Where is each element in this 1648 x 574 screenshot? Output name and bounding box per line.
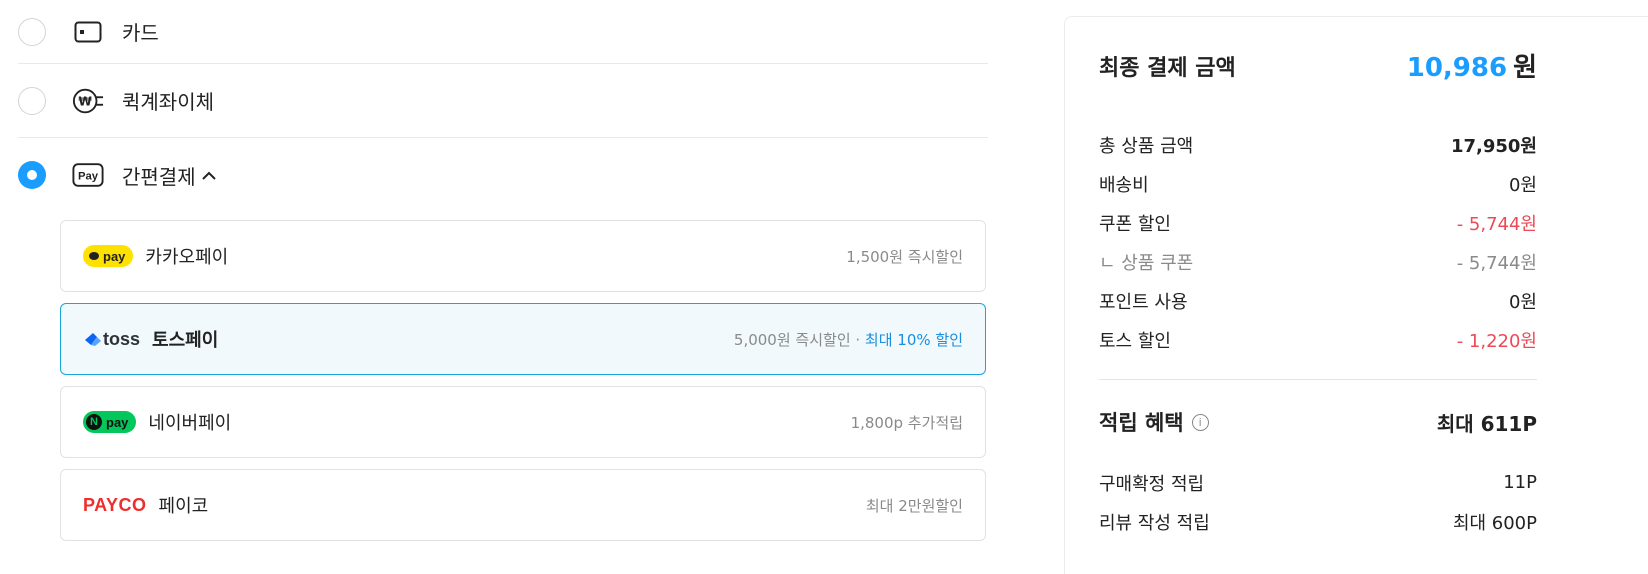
line-label: 배송비 [1099,174,1149,196]
easy-pay-name: 네이버페이 [148,413,232,434]
final-amount: 10,986 원 [1407,47,1537,84]
method-easy-pay[interactable]: Pay 간편결제 [18,138,988,212]
svg-text:₩: ₩ [78,94,92,108]
final-amount-row: 최종 결제 금액 10,986 원 [1099,47,1537,84]
reward-benefit-label: 적립 혜택 i [1099,407,1209,437]
pay-icon: Pay [72,161,104,189]
line-total-product: 총 상품 금액 17,950원 [1099,125,1537,164]
easy-pay-tosspay[interactable]: toss 토스페이 5,000원 즉시할인 · 최대 10% 할인 [60,303,986,375]
method-quick-transfer[interactable]: ₩ 퀵계좌이체 [18,64,988,138]
line-toss-discount: 토스 할인 - 1,220원 [1099,320,1537,359]
line-shipping: 배송비 0원 [1099,164,1537,203]
won-plug-icon: ₩ [72,87,104,115]
line-value: 최대 600P [1452,512,1537,534]
radio-quick-transfer[interactable] [18,86,46,115]
final-amount-label: 최종 결제 금액 [1099,55,1236,81]
easy-pay-naverpay[interactable]: Npay 네이버페이 1,800p 추가적립 [60,386,986,458]
line-value: - 5,744원 [1456,252,1537,274]
final-amount-value: 10,986 [1406,53,1508,83]
line-label: ㄴ 상품 쿠폰 [1099,252,1194,274]
card-icon [72,18,104,46]
tosspay-logo: toss [83,329,140,350]
method-label-easy-pay: 간편결제 [122,164,196,189]
svg-text:Pay: Pay [78,171,99,183]
chevron-up-icon[interactable] [201,166,216,185]
line-review-reward: 리뷰 작성 적립 최대 600P [1099,502,1537,541]
line-label: 쿠폰 할인 [1099,213,1171,235]
easy-pay-benefit: 1,800p 추가적립 [850,413,963,432]
method-label-card: 카드 [122,21,159,45]
line-label: 리뷰 작성 적립 [1099,512,1210,534]
radio-easy-pay[interactable] [18,161,46,189]
easy-pay-name: 카카오페이 [145,247,229,268]
line-point-use: 포인트 사용 0원 [1099,281,1537,320]
line-value: 17,950원 [1450,135,1537,157]
easy-pay-payco[interactable]: PAYCO 페이코 최대 2만원할인 [60,469,986,541]
payment-method-list: 카드 ₩ 퀵계좌이체 Pay 간편결제 [18,0,988,212]
easy-pay-kakaopay[interactable]: pay 카카오페이 1,500원 즉시할인 [60,220,986,292]
easy-pay-name: 페이코 [158,496,209,517]
easy-pay-list: pay 카카오페이 1,500원 즉시할인 toss 토스페이 5,000원 즉… [60,220,986,552]
line-purchase-confirm-reward: 구매확정 적립 11P [1099,463,1537,502]
line-value: 11P [1503,472,1537,493]
kakaopay-logo: pay [83,245,134,267]
price-breakdown: 총 상품 금액 17,950원 배송비 0원 쿠폰 할인 - 5,744원 ㄴ … [1099,125,1537,359]
easy-pay-name: 토스페이 [152,330,219,351]
radio-card[interactable] [18,17,46,46]
payco-logo: PAYCO [83,494,147,515]
info-icon[interactable]: i [1191,413,1209,431]
method-card[interactable]: 카드 [18,0,988,64]
easy-pay-benefit: 최대 2만원할인 [865,496,963,515]
line-value: 0원 [1508,291,1537,313]
line-label: 구매확정 적립 [1099,473,1205,495]
line-label: 총 상품 금액 [1099,135,1194,157]
final-amount-unit: 원 [1513,53,1537,83]
line-value: - 1,220원 [1456,330,1537,352]
line-value: 0원 [1508,174,1537,196]
method-label-quick-transfer: 퀵계좌이체 [122,90,214,114]
naverpay-logo: Npay [83,411,137,433]
toss-logo-icon [85,333,101,346]
line-label: 토스 할인 [1099,330,1171,352]
speech-bubble-icon [89,252,99,260]
line-value: - 5,744원 [1456,213,1537,235]
line-coupon-discount: 쿠폰 할인 - 5,744원 [1099,203,1537,242]
reward-benefit-value: 최대 611P [1436,411,1537,436]
divider [1099,379,1537,380]
easy-pay-benefit: 1,500원 즉시할인 [846,247,963,266]
line-label: 포인트 사용 [1099,291,1188,313]
easy-pay-benefit: 5,000원 즉시할인 · 최대 10% 할인 [733,330,963,349]
line-product-coupon: ㄴ 상품 쿠폰 - 5,744원 [1099,242,1537,281]
reward-breakdown: 구매확정 적립 11P 리뷰 작성 적립 최대 600P [1099,463,1537,541]
payment-summary-panel: 최종 결제 금액 10,986 원 총 상품 금액 17,950원 배송비 0원 … [1064,16,1648,574]
reward-benefit-row: 적립 혜택 i 최대 611P [1099,407,1537,437]
benefit-highlight: 최대 10% 할인 [864,330,963,349]
